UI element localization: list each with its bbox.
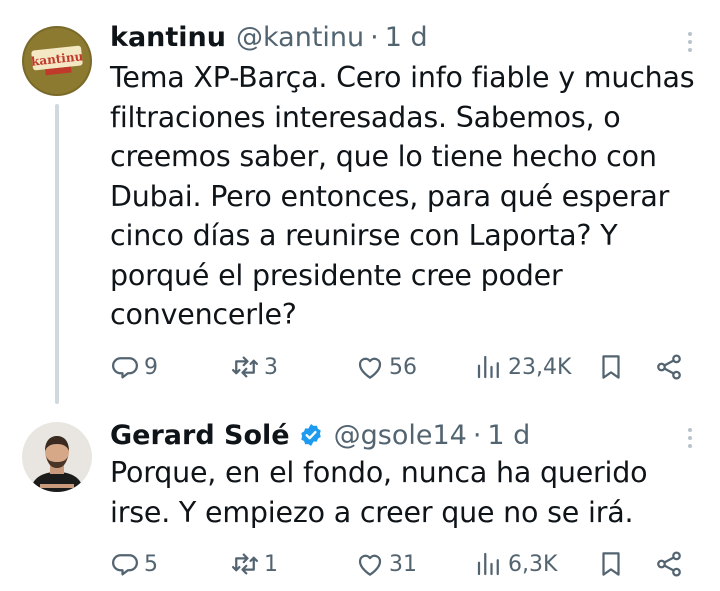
author-handle[interactable]: @kantinu: [236, 22, 364, 53]
tweet-actions: 9 3 56 23,4K: [110, 352, 690, 386]
retweet-icon: [232, 553, 258, 575]
like-button[interactable]: 56: [355, 352, 417, 382]
share-button[interactable]: [654, 352, 684, 382]
tweet-actions: 5 1 31 6,3K: [110, 549, 690, 583]
avatar-kantinu[interactable]: kantinu: [22, 26, 92, 96]
author-name[interactable]: Gerard Solé: [110, 420, 290, 451]
like-icon: [358, 554, 382, 576]
reply-count: 5: [144, 551, 158, 577]
share-button[interactable]: [654, 549, 684, 579]
tweet-text: Tema XP-Barça. Cero info fiable y muchas…: [110, 61, 695, 331]
tweet-gerard-sole[interactable]: Gerard Solé @gsole14 · 1 d Porque, en el…: [0, 400, 720, 591]
reply-button[interactable]: 5: [110, 549, 158, 579]
views-button[interactable]: 23,4K: [474, 352, 571, 382]
like-icon: [358, 357, 382, 379]
tweet-header: Gerard Solé @gsole14 · 1 d: [110, 418, 530, 451]
share-icon: [657, 354, 681, 380]
thread-line: [55, 104, 59, 404]
bookmark-icon: [602, 552, 620, 576]
views-count: 6,3K: [508, 551, 558, 577]
share-icon: [657, 551, 681, 577]
more-icon[interactable]: [686, 30, 694, 56]
tweet-header: kantinu @kantinu · 1 d: [110, 22, 428, 53]
like-count: 31: [389, 551, 417, 577]
retweet-button[interactable]: 3: [230, 352, 278, 382]
more-icon[interactable]: [686, 426, 694, 452]
reply-button[interactable]: 9: [110, 352, 158, 382]
tweet-text: Porque, en el fondo, nunca ha querido ir…: [110, 456, 648, 529]
tweet-time[interactable]: 1 d: [385, 22, 428, 53]
views-icon: [477, 552, 499, 576]
tweet-time[interactable]: 1 d: [487, 420, 530, 451]
views-count: 23,4K: [508, 354, 572, 380]
reply-icon: [112, 357, 138, 379]
verified-badge-icon: [300, 423, 321, 447]
retweet-count: 3: [264, 354, 278, 380]
like-button[interactable]: 31: [355, 549, 417, 579]
retweet-count: 1: [264, 551, 278, 577]
bookmark-button[interactable]: [596, 352, 626, 382]
bookmark-button[interactable]: [596, 549, 626, 579]
views-button[interactable]: 6,3K: [474, 549, 557, 579]
separator-dot: ·: [370, 22, 379, 53]
like-count: 56: [389, 354, 417, 380]
retweet-icon: [232, 356, 258, 378]
avatar-gerard-sole[interactable]: [22, 422, 92, 492]
tweet-kantinu[interactable]: kantinu kantinu @kantinu · 1 d Tema XP-B…: [0, 0, 720, 404]
reply-icon: [112, 554, 138, 576]
views-icon: [477, 355, 499, 379]
retweet-button[interactable]: 1: [230, 549, 278, 579]
bookmark-icon: [602, 355, 620, 379]
author-name[interactable]: kantinu: [110, 22, 226, 53]
reply-count: 9: [144, 354, 158, 380]
author-handle[interactable]: @gsole14: [334, 420, 467, 451]
separator-dot: ·: [472, 420, 482, 451]
